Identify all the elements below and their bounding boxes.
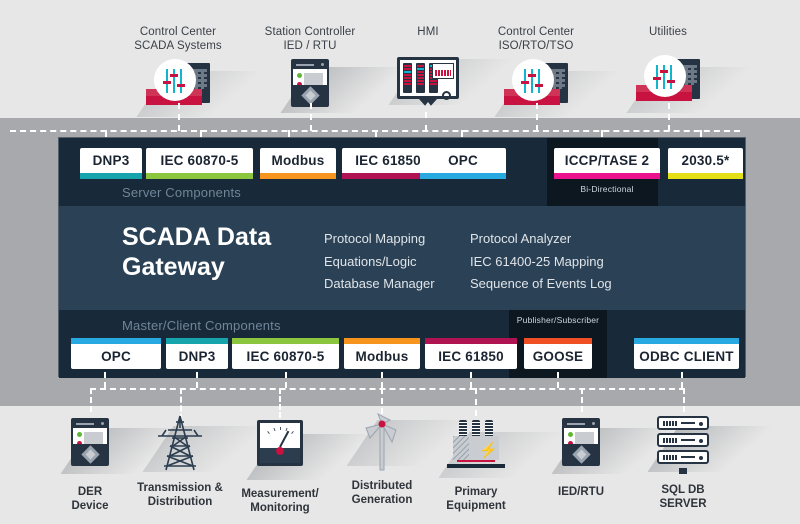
bottom-device-primary-equipment[interactable]: ⚡ Primary Equipment: [416, 412, 590, 513]
master-badge-colorbar: [71, 338, 161, 344]
bottom-connector-from-goose: [557, 372, 559, 388]
bottom-device-label-line2: SERVER: [659, 498, 707, 510]
master-components-label: Master/Client Components: [122, 318, 281, 333]
bottom-device-label-line1: Primary: [454, 486, 498, 498]
top-device-label-line1: Control Center: [497, 26, 575, 38]
feature-column-2: Protocol Analyzer IEC 61400-25 Mapping S…: [470, 228, 612, 296]
server-badge-label: IEC 61850: [355, 153, 421, 168]
bottom-drop-sqldb: [683, 388, 685, 412]
master-badge-colorbar: [166, 338, 228, 344]
scada-gateway-diagram: Control Center SCADA Systems Station Con…: [0, 0, 800, 524]
top-device-label-line2: SCADA Systems: [134, 40, 222, 52]
server-badge-label: ICCP/TASE 2: [564, 153, 650, 168]
server-badge-modbus[interactable]: Modbus: [260, 148, 336, 179]
server-badge-colorbar: [420, 173, 506, 179]
bottom-connector-from-dnp3: [196, 372, 198, 388]
server-badge-label: DNP3: [92, 153, 130, 168]
top-device-label-line1: Station Controller: [264, 26, 356, 38]
master-badge-label: GOOSE: [532, 349, 584, 364]
master-badge-colorbar: [425, 338, 517, 344]
server-stack-icon: [623, 416, 799, 478]
gateway-title: SCADA Data Gateway: [122, 223, 272, 281]
server-badge-label: Modbus: [271, 153, 325, 168]
master-badge-label: IEC 60870-5: [246, 349, 325, 364]
master-badge-dnp3[interactable]: DNP3: [166, 338, 228, 369]
feature-item: Protocol Analyzer: [470, 231, 572, 246]
server-badge-colorbar: [554, 173, 660, 179]
master-badge-label: ODBC CLIENT: [639, 349, 734, 364]
server-badge-iccp-tase2[interactable]: ICCP/TASE 2: [554, 148, 660, 179]
feature-item: IEC 61400-25 Mapping: [470, 253, 604, 269]
master-badge-colorbar: [634, 338, 739, 344]
top-device-station-controller[interactable]: Station Controller IED / RTU: [240, 25, 432, 115]
bottom-device-sql-db-server[interactable]: SQL DB SERVER: [623, 412, 799, 511]
server-badge-colorbar: [260, 173, 336, 179]
goose-pubsub-label: Publisher/Subscriber: [516, 315, 600, 325]
iccp-bidirectional-label: Bi-Directional: [580, 184, 634, 194]
top-connector-drop-station: [310, 103, 312, 131]
bottom-drop-generation: [381, 388, 383, 414]
master-badge-opc[interactable]: OPC: [71, 338, 161, 369]
bottom-device-label-line1: SQL DB: [661, 484, 705, 496]
top-connector-drop-hmi: [425, 112, 427, 131]
bottom-connector-from-odbc: [681, 372, 683, 388]
top-connector-drop-scada: [178, 103, 180, 131]
master-badge-odbc-client[interactable]: ODBC CLIENT: [634, 338, 739, 369]
master-badge-label: OPC: [101, 349, 131, 364]
server-badge-label: OPC: [448, 153, 478, 168]
bottom-connector-from-iec60870: [285, 372, 287, 388]
top-device-label-line1: HMI: [417, 26, 439, 38]
top-device-label-line2: ISO/RTO/TSO: [498, 40, 574, 52]
top-device-utilities[interactable]: Utilities: [608, 25, 778, 115]
top-device-label-line1: Control Center: [139, 26, 217, 38]
top-device-label-line2: IED / RTU: [283, 40, 337, 52]
master-badge-iec60870-5[interactable]: IEC 60870-5: [232, 338, 339, 369]
server-badge-dnp3[interactable]: DNP3: [80, 148, 142, 179]
top-device-hmi[interactable]: HMI: [382, 25, 540, 113]
feature-item: Protocol Mapping: [324, 231, 426, 246]
master-badge-goose[interactable]: GOOSE: [524, 338, 592, 369]
bottom-connector-from-modbus: [381, 372, 383, 388]
master-badge-colorbar: [232, 338, 339, 344]
master-badge-label: DNP3: [178, 349, 216, 364]
top-connector-drop-iso: [536, 103, 538, 131]
feature-item: Equations/Logic: [324, 253, 417, 269]
transformer-icon: ⚡: [416, 418, 590, 480]
server-badge-colorbar: [80, 173, 142, 179]
bottom-drop-der: [90, 388, 92, 412]
master-badge-label: Modbus: [355, 349, 409, 364]
server-badge-label: 2030.5*: [681, 153, 730, 168]
hmi-monitor-icon: [382, 57, 540, 113]
bottom-device-label-line2: Equipment: [446, 500, 506, 512]
master-badge-colorbar: [344, 338, 420, 344]
top-connector-drop-utilities: [668, 103, 670, 131]
server-badge-iec60870-5[interactable]: IEC 60870-5: [146, 148, 253, 179]
master-badge-modbus[interactable]: Modbus: [344, 338, 420, 369]
scada-data-gateway-panel: DNP3 IEC 60870-5 Modbus IEC 61850 OPC IC…: [58, 137, 746, 378]
server-badge-colorbar: [146, 173, 253, 179]
server-components-label: Server Components: [122, 185, 242, 200]
server-badge-2030-5[interactable]: 2030.5*: [668, 148, 743, 179]
master-badge-colorbar: [524, 338, 592, 344]
master-badge-iec61850[interactable]: IEC 61850: [425, 338, 517, 369]
top-device-label-line1: Utilities: [649, 26, 687, 38]
server-badge-opc[interactable]: OPC: [420, 148, 506, 179]
feature-item: Sequence of Events Log: [470, 276, 612, 291]
bottom-drop-ied: [581, 388, 583, 412]
feature-item: Database Manager: [324, 276, 435, 291]
server-badge-colorbar: [668, 173, 743, 179]
server-badge-label: IEC 60870-5: [160, 153, 239, 168]
master-badge-label: IEC 61850: [438, 349, 504, 364]
feature-column-1: Protocol Mapping Equations/Logic Databas…: [324, 228, 435, 296]
bottom-connector-from-iec61850: [470, 372, 472, 388]
bottom-connector-from-opc: [104, 372, 106, 388]
